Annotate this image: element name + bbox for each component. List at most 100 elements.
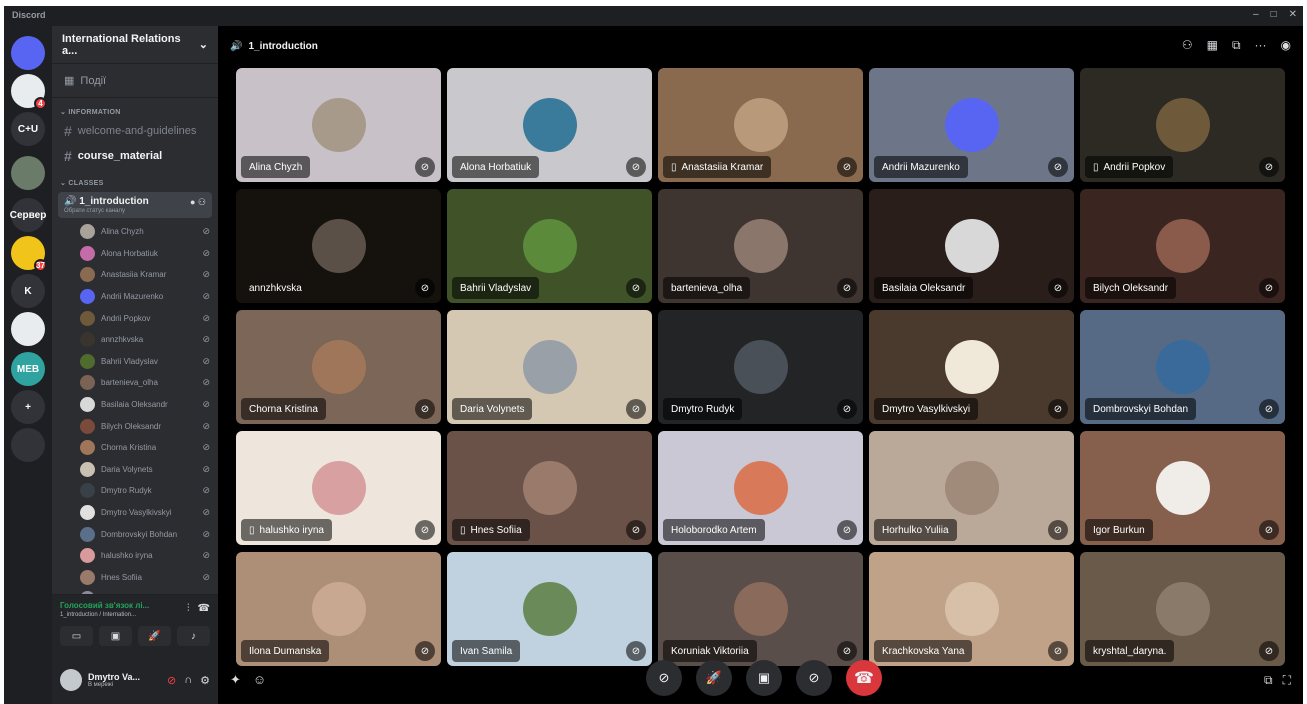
- soundboard-button[interactable]: ♪: [177, 626, 210, 646]
- more-icon[interactable]: ···: [1255, 38, 1267, 53]
- server-icon-9[interactable]: +: [11, 390, 45, 424]
- server-icon-5[interactable]: 37: [11, 236, 47, 272]
- participant-name: Daria Volynets: [460, 403, 525, 415]
- participant-tile[interactable]: Basilaia Oleksandr ⊘: [869, 189, 1074, 303]
- server-header[interactable]: International Relations a... ⌄: [52, 26, 218, 64]
- voice-member[interactable]: Bilych Oleksandr ⊘: [52, 415, 218, 437]
- fullscreen-icon[interactable]: ⛶: [1283, 673, 1291, 688]
- participant-tile[interactable]: Koruniak Viktoriia ⊘: [658, 552, 863, 666]
- participant-tile[interactable]: Krachkovska Yana ⊘: [869, 552, 1074, 666]
- server-icon-4[interactable]: Сервер: [10, 198, 46, 232]
- participant-tile[interactable]: ▯ Anastasiia Kramar ⊘: [658, 68, 863, 182]
- participant-name: Ivan Samila: [460, 645, 513, 657]
- server-icon-2[interactable]: C+U: [11, 112, 45, 146]
- inbox-icon[interactable]: ◉: [1281, 38, 1291, 53]
- voice-member[interactable]: Daria Volynets ⊘: [52, 459, 218, 481]
- participant-tile[interactable]: kryshtal_daryna. ⊘: [1080, 552, 1285, 666]
- avatar[interactable]: [60, 669, 82, 691]
- events-link[interactable]: ▦ Події: [52, 64, 218, 98]
- notification-badge: 4: [34, 97, 47, 110]
- maximize-icon[interactable]: □: [1271, 9, 1277, 20]
- activity-button[interactable]: 🚀: [138, 626, 171, 646]
- grid-layout-icon[interactable]: ▦: [1207, 38, 1218, 53]
- server-icon-1[interactable]: 4: [11, 74, 47, 110]
- participant-tile[interactable]: Igor Burkun ⊘: [1080, 431, 1285, 545]
- disconnect-icon[interactable]: ☎: [198, 603, 210, 614]
- headphones-icon[interactable]: ∩: [184, 674, 192, 687]
- participant-tile[interactable]: Horhulko Yuliia ⊘: [869, 431, 1074, 545]
- voice-member[interactable]: Bahrii Vladyslav ⊘: [52, 351, 218, 373]
- participant-tile[interactable]: Chorna Kristina ⊘: [236, 310, 441, 424]
- voice-channel-introduction[interactable]: 🔊 1_introduction Обрати статус каналу ● …: [58, 192, 212, 218]
- participant-tile[interactable]: Holoborodko Artem ⊘: [658, 431, 863, 545]
- mic-muted-button[interactable]: ⊘: [796, 660, 832, 696]
- server-icon-7[interactable]: [11, 312, 45, 346]
- category-classes[interactable]: ⌄ CLASSES: [52, 169, 218, 189]
- channel-status[interactable]: Обрати статус каналу: [64, 208, 206, 214]
- screen-share-button[interactable]: ▣: [99, 626, 132, 646]
- camera-button[interactable]: ▭: [60, 626, 93, 646]
- member-name: Basilaia Oleksandr: [101, 400, 168, 410]
- voice-member[interactable]: Alina Chyzh ⊘: [52, 221, 218, 243]
- popout-icon[interactable]: ⧉: [1264, 673, 1273, 688]
- participant-tile[interactable]: Ivan Samila ⊘: [447, 552, 652, 666]
- channel-welcome[interactable]: # welcome-and-guidelines: [58, 119, 212, 143]
- close-icon[interactable]: ✕: [1289, 9, 1297, 20]
- voice-member[interactable]: Andrii Mazurenko ⊘: [52, 286, 218, 308]
- voice-member[interactable]: Dombrovskyi Bohdan ⊘: [52, 523, 218, 545]
- voice-member[interactable]: Dmytro Rudyk ⊘: [52, 480, 218, 502]
- avatar: [733, 582, 788, 636]
- emoji-icon[interactable]: ☺: [253, 672, 266, 688]
- server-icon-10[interactable]: [11, 428, 45, 462]
- camera-off-button[interactable]: ⊘: [646, 660, 682, 696]
- participant-tile[interactable]: Andrii Mazurenko ⊘: [869, 68, 1074, 182]
- participant-tile[interactable]: ▯ halushko iryna ⊘: [236, 431, 441, 545]
- participant-tile[interactable]: ▯ Hnes Sofiia ⊘: [447, 431, 652, 545]
- voice-member[interactable]: bartenieva_olha ⊘: [52, 372, 218, 394]
- voice-member[interactable]: Basilaia Oleksandr ⊘: [52, 394, 218, 416]
- participant-tile[interactable]: Bilych Oleksandr ⊘: [1080, 189, 1285, 303]
- avatar: [80, 310, 95, 326]
- activity-icon[interactable]: ✦: [230, 672, 241, 688]
- voice-member[interactable]: Chorna Kristina ⊘: [52, 437, 218, 459]
- participant-tile[interactable]: bartenieva_olha ⊘: [658, 189, 863, 303]
- server-icon-3[interactable]: [11, 156, 45, 190]
- add-user-icon[interactable]: ⚇: [1182, 38, 1193, 53]
- category-information[interactable]: ⌄ INFORMATION: [52, 98, 218, 118]
- activity-button[interactable]: 🚀: [696, 660, 732, 696]
- participant-tile[interactable]: annzhkvska ⊘: [236, 189, 441, 303]
- participant-tile[interactable]: Ilona Dumanska ⊘: [236, 552, 441, 666]
- voice-member[interactable]: annzhkvska ⊘: [52, 329, 218, 351]
- voice-member[interactable]: Hnes Sofiia ⊘: [52, 567, 218, 589]
- popout-icon[interactable]: ⧉: [1232, 38, 1241, 53]
- voice-member[interactable]: Anastasiia Kramar ⊘: [52, 264, 218, 286]
- mic-muted-icon[interactable]: ⊘: [167, 674, 176, 687]
- participant-tile[interactable]: Dmytro Vasylkivskyi ⊘: [869, 310, 1074, 424]
- participant-tile[interactable]: Dombrovskyi Bohdan ⊘: [1080, 310, 1285, 424]
- mic-muted-icon: ⊘: [1048, 641, 1068, 661]
- voice-member[interactable]: Andrii Popkov ⊘: [52, 307, 218, 329]
- gear-icon[interactable]: ⚙: [200, 674, 210, 687]
- minimize-icon[interactable]: –: [1253, 9, 1259, 20]
- channel-course-material[interactable]: # course_material: [58, 144, 212, 168]
- server-icon-6[interactable]: K: [11, 274, 45, 308]
- participant-tile[interactable]: Dmytro Rudyk ⊘: [658, 310, 863, 424]
- avatar: [522, 582, 577, 636]
- participant-name: Alona Horbatiuk: [460, 161, 532, 173]
- invite-icon[interactable]: ⚇: [198, 197, 206, 207]
- chat-icon[interactable]: ●: [190, 197, 195, 207]
- server-icon-8[interactable]: МЕВ: [11, 352, 45, 386]
- participant-tile[interactable]: ▯ Andrii Popkov ⊘: [1080, 68, 1285, 182]
- server-icon-0[interactable]: [11, 36, 45, 70]
- text-channel-icon: #: [64, 148, 72, 164]
- screen-share-button[interactable]: ▣: [746, 660, 782, 696]
- participant-tile[interactable]: Daria Volynets ⊘: [447, 310, 652, 424]
- participant-tile[interactable]: Bahrii Vladyslav ⊘: [447, 189, 652, 303]
- participant-tile[interactable]: Alona Horbatiuk ⊘: [447, 68, 652, 182]
- participant-tile[interactable]: Alina Chyzh ⊘: [236, 68, 441, 182]
- disconnect-button[interactable]: ☎: [846, 660, 882, 696]
- voice-member[interactable]: Alona Horbatiuk ⊘: [52, 243, 218, 265]
- signal-icon[interactable]: ⫶: [187, 603, 190, 614]
- voice-member[interactable]: halushko iryna ⊘: [52, 545, 218, 567]
- voice-member[interactable]: Dmytro Vasylkivskyi ⊘: [52, 502, 218, 524]
